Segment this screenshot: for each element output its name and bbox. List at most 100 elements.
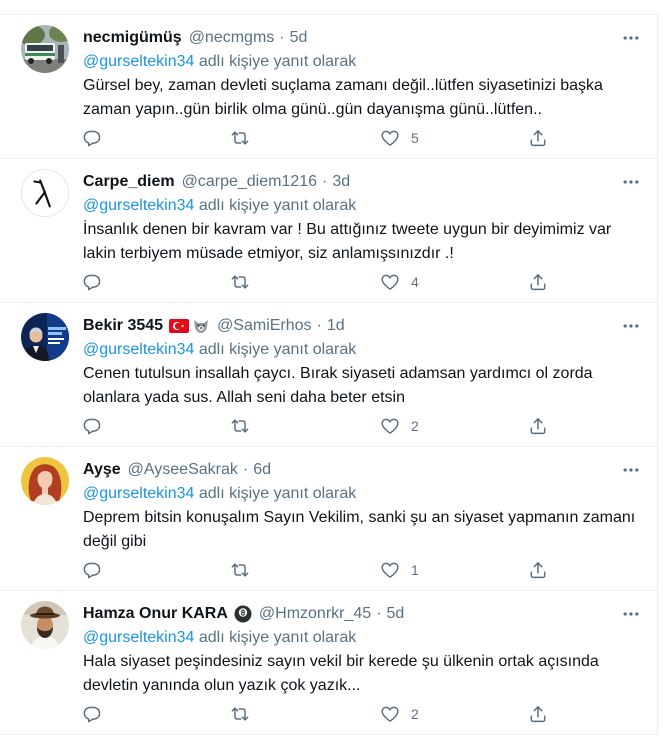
share-icon [528, 560, 548, 580]
mention-link[interactable]: @gurseltekin34 [83, 53, 194, 70]
share-button[interactable] [528, 269, 548, 295]
timestamp[interactable]: 1d [327, 314, 345, 338]
tweet[interactable]: necmigümüş @necmgms · 5d @gurseltekin34 … [0, 15, 657, 159]
display-name[interactable]: Ayşe [83, 458, 121, 482]
reply-icon [82, 416, 102, 436]
display-name[interactable]: Carpe_diem [83, 170, 175, 194]
separator-dot: · [322, 173, 328, 190]
like-button[interactable]: 2 [380, 413, 419, 439]
like-count: 4 [411, 274, 419, 290]
reply-icon [82, 128, 102, 148]
timestamp[interactable]: 5d [290, 26, 308, 50]
tweet-header: Bekir 3545 @SamiErhos · 1d [83, 314, 345, 338]
tweet-text-line: zaman yapın..gün birlik olma günü..gün d… [83, 101, 542, 118]
user-handle[interactable]: @carpe_diem1216 [182, 170, 317, 194]
tweet-header: necmigümüş @necmgms · 5d [83, 26, 307, 50]
user-handle[interactable]: @AyseeSakrak [128, 458, 238, 482]
avatar[interactable] [21, 25, 69, 73]
more-icon [621, 460, 641, 480]
reply-button[interactable] [82, 269, 102, 295]
like-icon [380, 128, 400, 148]
like-icon [380, 416, 400, 436]
avatar[interactable] [21, 457, 69, 505]
more-icon [621, 172, 641, 192]
tweet[interactable]: Carpe_diem @carpe_diem1216 · 3d @gurselt… [0, 159, 657, 303]
display-name[interactable]: Hamza Onur KARA [83, 602, 228, 626]
more-button[interactable] [621, 316, 641, 336]
share-icon [528, 272, 548, 292]
reply-context-label: adlı kişiye yanıt olarak [198, 53, 357, 70]
more-button[interactable] [621, 172, 641, 192]
turkey-flag-icon [169, 319, 190, 333]
tweet[interactable]: Ayşe @AyseeSakrak · 6d @gurseltekin34 ad… [0, 447, 657, 591]
more-button[interactable] [621, 460, 641, 480]
avatar-image [21, 457, 69, 505]
timestamp[interactable]: 5d [387, 602, 405, 626]
share-button[interactable] [528, 413, 548, 439]
tweet-text-line: devletin yanında olun yazık çok yazık... [83, 677, 361, 694]
reply-context: @gurseltekin34 adlı kişiye yanıt olarak [83, 50, 356, 74]
retweet-button[interactable] [230, 269, 250, 295]
avatar-image [21, 25, 69, 73]
reply-context-label: adlı kişiye yanıt olarak [198, 629, 357, 646]
tweet-text: Hala siyaset peşindesiniz sayın vekil bi… [83, 650, 599, 698]
tweet-text-line: Cenen tutulsun insallah çaycı. Bırak siy… [83, 365, 593, 382]
like-button[interactable]: 2 [380, 701, 419, 727]
avatar-image [22, 170, 68, 216]
like-icon [380, 560, 400, 580]
timestamp[interactable]: 3d [332, 170, 350, 194]
reply-button[interactable] [82, 701, 102, 727]
retweet-button[interactable] [230, 413, 250, 439]
display-name[interactable]: necmigümüş [83, 26, 182, 50]
mention-link[interactable]: @gurseltekin34 [83, 197, 194, 214]
tweet-text: Deprem bitsin konuşalım Sayın Vekilim, s… [83, 506, 635, 554]
user-handle[interactable]: @SamiErhos [217, 314, 312, 338]
reply-button[interactable] [82, 413, 102, 439]
like-count: 1 [411, 562, 419, 578]
avatar-image [21, 601, 69, 649]
share-button[interactable] [528, 557, 548, 583]
separator-dot: · [279, 29, 285, 46]
8-ball-icon [234, 605, 252, 623]
reply-button[interactable] [82, 125, 102, 151]
retweet-button[interactable] [230, 125, 250, 151]
reply-icon [82, 272, 102, 292]
share-button[interactable] [528, 125, 548, 151]
timestamp[interactable]: 6d [253, 458, 271, 482]
like-button[interactable]: 5 [380, 125, 419, 151]
avatar[interactable] [21, 169, 69, 217]
display-name[interactable]: Bekir 3545 [83, 314, 163, 338]
retweet-icon [230, 560, 250, 580]
retweet-button[interactable] [230, 557, 250, 583]
share-icon [528, 128, 548, 148]
mention-link[interactable]: @gurseltekin34 [83, 485, 194, 502]
retweet-icon [230, 416, 250, 436]
avatar[interactable] [21, 601, 69, 649]
reply-icon [82, 560, 102, 580]
mention-link[interactable]: @gurseltekin34 [83, 629, 194, 646]
share-button[interactable] [528, 701, 548, 727]
user-handle[interactable]: @Hmzonrkr_45 [259, 602, 371, 626]
retweet-icon [230, 272, 250, 292]
tweet[interactable]: Bekir 3545 @SamiErhos · 1d @gurseltekin3… [0, 303, 657, 447]
avatar[interactable] [21, 313, 69, 361]
retweet-button[interactable] [230, 701, 250, 727]
more-button[interactable] [621, 604, 641, 624]
more-icon [621, 604, 641, 624]
tweet-text: Cenen tutulsun insallah çaycı. Bırak siy… [83, 362, 593, 410]
tweet-text-line: İnsanlık denen bir kavram var ! Bu attığ… [83, 221, 612, 238]
like-button[interactable]: 4 [380, 269, 419, 295]
tweet-header: Carpe_diem @carpe_diem1216 · 3d [83, 170, 350, 194]
tweet-header: Ayşe @AyseeSakrak · 6d [83, 458, 271, 482]
mention-link[interactable]: @gurseltekin34 [83, 341, 194, 358]
tweet[interactable]: Hamza Onur KARA @Hmzonrkr_45 · 5d @gurse… [0, 591, 657, 735]
retweet-icon [230, 128, 250, 148]
reply-context-label: adlı kişiye yanıt olarak [198, 197, 357, 214]
more-button[interactable] [621, 28, 641, 48]
like-button[interactable]: 1 [380, 557, 419, 583]
wolf-icon [192, 317, 210, 335]
user-handle[interactable]: @necmgms [189, 26, 275, 50]
reply-button[interactable] [82, 557, 102, 583]
tweet-text-line: olanlara yada sus. Allah seni daha beter… [83, 389, 405, 406]
reply-context: @gurseltekin34 adlı kişiye yanıt olarak [83, 482, 356, 506]
